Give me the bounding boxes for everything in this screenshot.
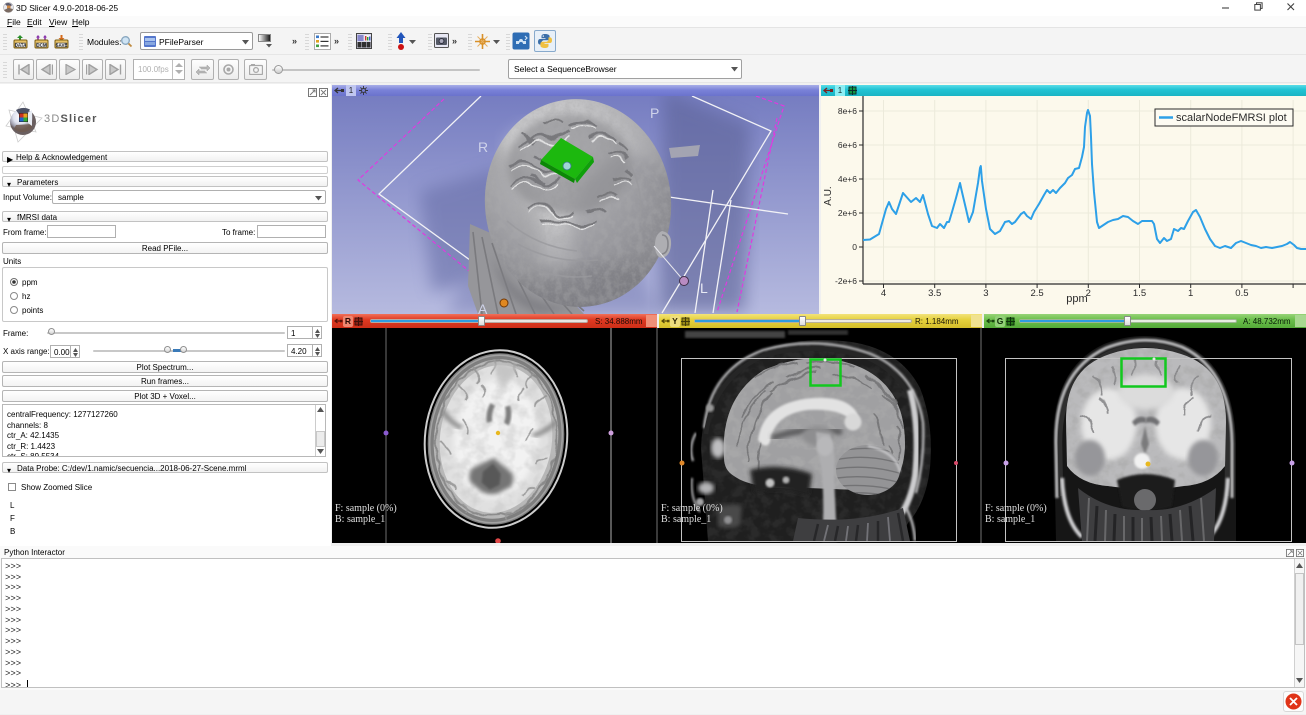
- svg-text:0.5: 0.5: [1235, 288, 1248, 299]
- svg-text:0: 0: [852, 242, 857, 252]
- svg-text:DATA: DATA: [15, 43, 28, 48]
- svg-text:F: sample (0%): F: sample (0%): [335, 503, 397, 514]
- svg-text:F: sample (0%): F: sample (0%): [661, 503, 723, 514]
- svg-text:4: 4: [881, 288, 886, 299]
- svg-text:scalarNodeFMRSI plot: scalarNodeFMRSI plot: [1176, 112, 1287, 124]
- svg-text:1.5: 1.5: [1133, 288, 1146, 299]
- svg-text:A.U.: A.U.: [823, 186, 834, 205]
- svg-text:3: 3: [983, 288, 988, 299]
- svg-text:6e+6: 6e+6: [838, 140, 857, 150]
- svg-text:B: sample_1: B: sample_1: [335, 514, 385, 525]
- svg-text:B: sample_1: B: sample_1: [985, 514, 1035, 525]
- svg-text:B: sample_1: B: sample_1: [661, 514, 711, 525]
- svg-text:L: L: [700, 280, 708, 296]
- svg-text:DCM: DCM: [36, 43, 46, 48]
- svg-text:SAVE: SAVE: [56, 43, 68, 48]
- svg-text:3.5: 3.5: [928, 288, 941, 299]
- svg-text:-2e+6: -2e+6: [835, 276, 857, 286]
- svg-text:F: sample (0%): F: sample (0%): [985, 503, 1047, 514]
- svg-text:2e+6: 2e+6: [838, 208, 857, 218]
- svg-text:4e+6: 4e+6: [838, 174, 857, 184]
- svg-text:8e+6: 8e+6: [838, 106, 857, 116]
- svg-text:P: P: [650, 105, 659, 121]
- svg-text:1: 1: [1188, 288, 1193, 299]
- svg-text:R: R: [478, 139, 488, 155]
- svg-text:2.5: 2.5: [1030, 288, 1043, 299]
- svg-text:A: A: [478, 301, 488, 314]
- svg-text:ppm: ppm: [1066, 293, 1087, 305]
